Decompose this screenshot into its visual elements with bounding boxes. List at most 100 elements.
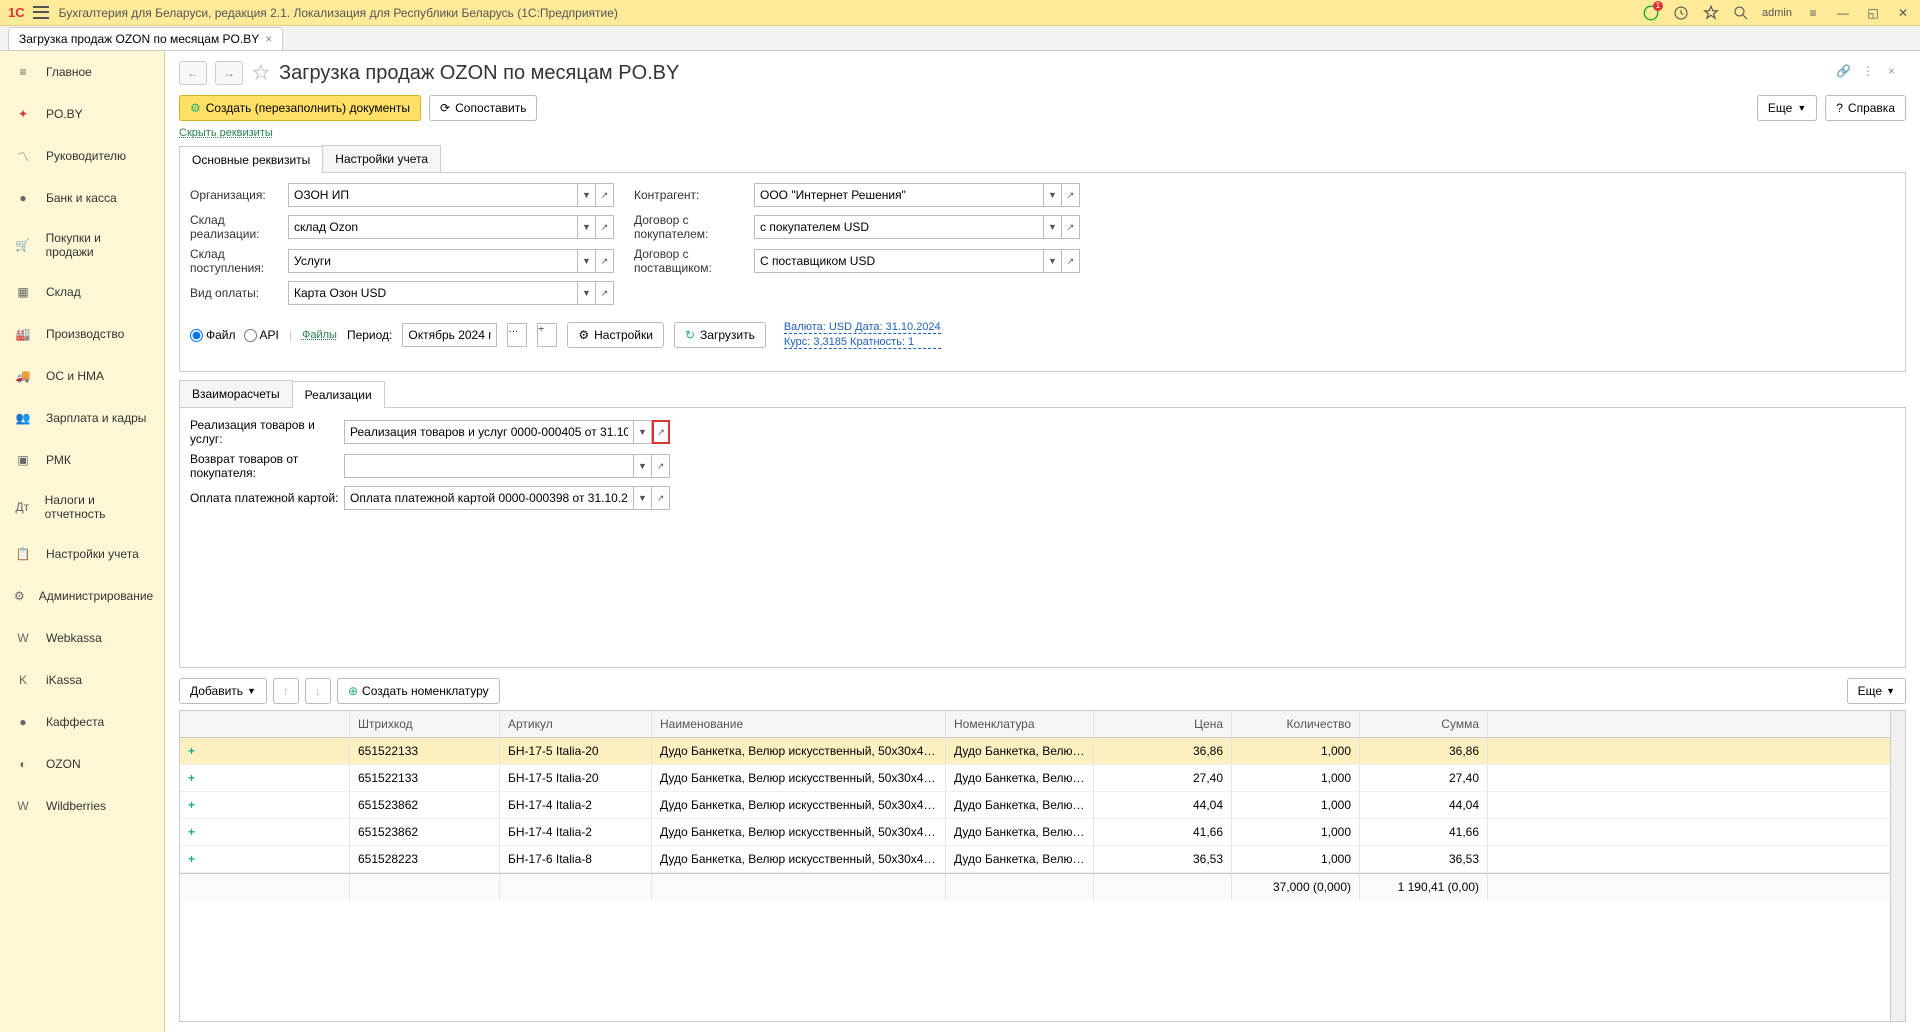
file-radio[interactable]: Файл — [190, 328, 236, 342]
currency-info-link[interactable]: Валюта: USD Дата: 31.10.2024 — [784, 321, 941, 334]
sklad-real-input[interactable] — [288, 215, 578, 239]
history-icon[interactable] — [1672, 4, 1690, 22]
tab-main-props[interactable]: Основные реквизиты — [179, 146, 323, 173]
create-nomenclature-button[interactable]: ⊕ Создать номенклатуру — [337, 678, 500, 704]
more-icon[interactable]: ⋮ — [1862, 64, 1880, 82]
vertical-scrollbar[interactable] — [1890, 711, 1905, 1021]
th-name[interactable]: Наименование — [652, 711, 946, 737]
sidebar-item-9[interactable]: ▣РМК — [0, 439, 164, 481]
star-icon[interactable] — [1702, 4, 1720, 22]
dropdown-icon[interactable]: ▼ — [1044, 215, 1062, 239]
open-icon[interactable]: ↗ — [1062, 249, 1080, 273]
open-icon[interactable]: ↗ — [596, 183, 614, 207]
move-down-button[interactable]: ↓ — [305, 678, 331, 704]
nav-forward-button[interactable]: → — [215, 61, 243, 85]
payment-doc-input[interactable] — [344, 486, 634, 510]
user-label[interactable]: admin — [1762, 7, 1792, 19]
dropdown-icon[interactable]: ▼ — [634, 454, 652, 478]
sidebar-item-16[interactable]: ◐OZON — [0, 743, 164, 785]
sidebar-item-4[interactable]: 🛒Покупки и продажи — [0, 219, 164, 271]
sidebar-item-15[interactable]: ●Каффеста — [0, 701, 164, 743]
create-documents-button[interactable]: ⚙ Создать (перезаполнить) документы — [179, 95, 421, 121]
open-icon[interactable]: ↗ — [596, 249, 614, 273]
tab-realizations[interactable]: Реализации — [292, 381, 385, 408]
dropdown-icon[interactable]: ▼ — [1044, 249, 1062, 273]
more-button[interactable]: Еще ▼ — [1757, 95, 1817, 121]
open-icon[interactable]: ↗ — [596, 215, 614, 239]
dogovor-buyer-input[interactable] — [754, 215, 1044, 239]
table-row[interactable]: +651523862БН-17-4 Italia-2Дудо Банкетка,… — [180, 792, 1890, 819]
restore-icon[interactable]: ◱ — [1864, 4, 1882, 22]
move-up-button[interactable]: ↑ — [273, 678, 299, 704]
th-barcode[interactable]: Штрихкод — [350, 711, 500, 737]
th-qty[interactable]: Количество — [1232, 711, 1360, 737]
menu-icon[interactable] — [33, 5, 49, 21]
settings-button[interactable]: ⚙ Настройки — [567, 322, 664, 348]
link-icon[interactable]: 🔗 — [1836, 64, 1854, 82]
dogovor-supp-input[interactable] — [754, 249, 1044, 273]
sidebar-item-17[interactable]: WWildberries — [0, 785, 164, 827]
dropdown-icon[interactable]: ▼ — [1044, 183, 1062, 207]
open-icon[interactable]: ↗ — [1062, 215, 1080, 239]
sidebar-item-3[interactable]: ●Банк и касса — [0, 177, 164, 219]
sidebar-item-7[interactable]: 🚚ОС и НМА — [0, 355, 164, 397]
files-link[interactable]: Файлы — [302, 329, 337, 341]
dropdown-icon[interactable]: ▼ — [578, 215, 596, 239]
favorite-star-icon[interactable] — [251, 63, 271, 83]
dropdown-icon[interactable]: ▼ — [634, 420, 652, 444]
open-icon[interactable]: ↗ — [596, 281, 614, 305]
open-icon[interactable]: ↗ — [1062, 183, 1080, 207]
help-button[interactable]: ? Справка — [1825, 95, 1906, 121]
close-tab-icon[interactable]: × — [265, 32, 272, 46]
sidebar-item-13[interactable]: WWebkassa — [0, 617, 164, 659]
sidebar-item-12[interactable]: ⚙Администрирование — [0, 575, 164, 617]
open-icon[interactable]: ↗ — [652, 454, 670, 478]
dropdown-icon[interactable]: ▼ — [578, 281, 596, 305]
load-button[interactable]: ↻ Загрузить — [674, 322, 766, 348]
table-row[interactable]: +651523862БН-17-4 Italia-2Дудо Банкетка,… — [180, 819, 1890, 846]
return-doc-input[interactable] — [344, 454, 634, 478]
table-row[interactable]: +651522133БН-17-5 Italia-20Дудо Банкетка… — [180, 738, 1890, 765]
dropdown-icon[interactable]: ▼ — [578, 249, 596, 273]
th-sum[interactable]: Сумма — [1360, 711, 1488, 737]
sidebar-item-0[interactable]: ≡Главное — [0, 51, 164, 93]
th-article[interactable]: Артикул — [500, 711, 652, 737]
period-stepper-button[interactable]: ÷ — [537, 323, 557, 347]
dropdown-icon[interactable]: ▼ — [578, 183, 596, 207]
settings-icon[interactable]: ≡ — [1804, 4, 1822, 22]
table-more-button[interactable]: Еще ▼ — [1847, 678, 1906, 704]
period-input[interactable] — [402, 323, 497, 347]
add-button[interactable]: Добавить ▼ — [179, 678, 267, 704]
table-row[interactable]: +651528223БН-17-6 Italia-8Дудо Банкетка,… — [180, 846, 1890, 873]
sidebar-item-1[interactable]: ✦PO.BY — [0, 93, 164, 135]
period-ellipsis-button[interactable]: … — [507, 323, 527, 347]
sidebar-item-10[interactable]: ДтНалоги и отчетность — [0, 481, 164, 533]
tab-settlements[interactable]: Взаиморасчеты — [179, 380, 293, 407]
close-icon[interactable]: × — [1888, 64, 1906, 82]
open-icon[interactable]: ↗ — [652, 486, 670, 510]
real-doc-input[interactable] — [344, 420, 634, 444]
minimize-icon[interactable]: — — [1834, 4, 1852, 22]
th-nomen[interactable]: Номенклатура — [946, 711, 1094, 737]
sidebar-item-11[interactable]: 📋Настройки учета — [0, 533, 164, 575]
sidebar-item-5[interactable]: ▦Склад — [0, 271, 164, 313]
close-window-icon[interactable]: ✕ — [1894, 4, 1912, 22]
compare-button[interactable]: ⟳ Сопоставить — [429, 95, 537, 121]
search-icon[interactable] — [1732, 4, 1750, 22]
contragent-input[interactable] — [754, 183, 1044, 207]
dropdown-icon[interactable]: ▼ — [634, 486, 652, 510]
notification-icon[interactable] — [1642, 4, 1660, 22]
sidebar-item-6[interactable]: 🏭Производство — [0, 313, 164, 355]
tab-accounting-settings[interactable]: Настройки учета — [322, 145, 441, 172]
sidebar-item-2[interactable]: 〽Руководителю — [0, 135, 164, 177]
api-radio[interactable]: API — [244, 328, 279, 342]
nav-back-button[interactable]: ← — [179, 61, 207, 85]
open-doc-icon[interactable]: ↗ — [652, 420, 670, 444]
org-input[interactable] — [288, 183, 578, 207]
tab-ozon-load[interactable]: Загрузка продаж OZON по месяцам PO.BY × — [8, 27, 283, 50]
sidebar-item-8[interactable]: 👥Зарплата и кадры — [0, 397, 164, 439]
rate-info-link[interactable]: Курс: 3,3185 Кратность: 1 — [784, 336, 941, 349]
payment-input[interactable] — [288, 281, 578, 305]
th-price[interactable]: Цена — [1094, 711, 1232, 737]
table-row[interactable]: +651522133БН-17-5 Italia-20Дудо Банкетка… — [180, 765, 1890, 792]
